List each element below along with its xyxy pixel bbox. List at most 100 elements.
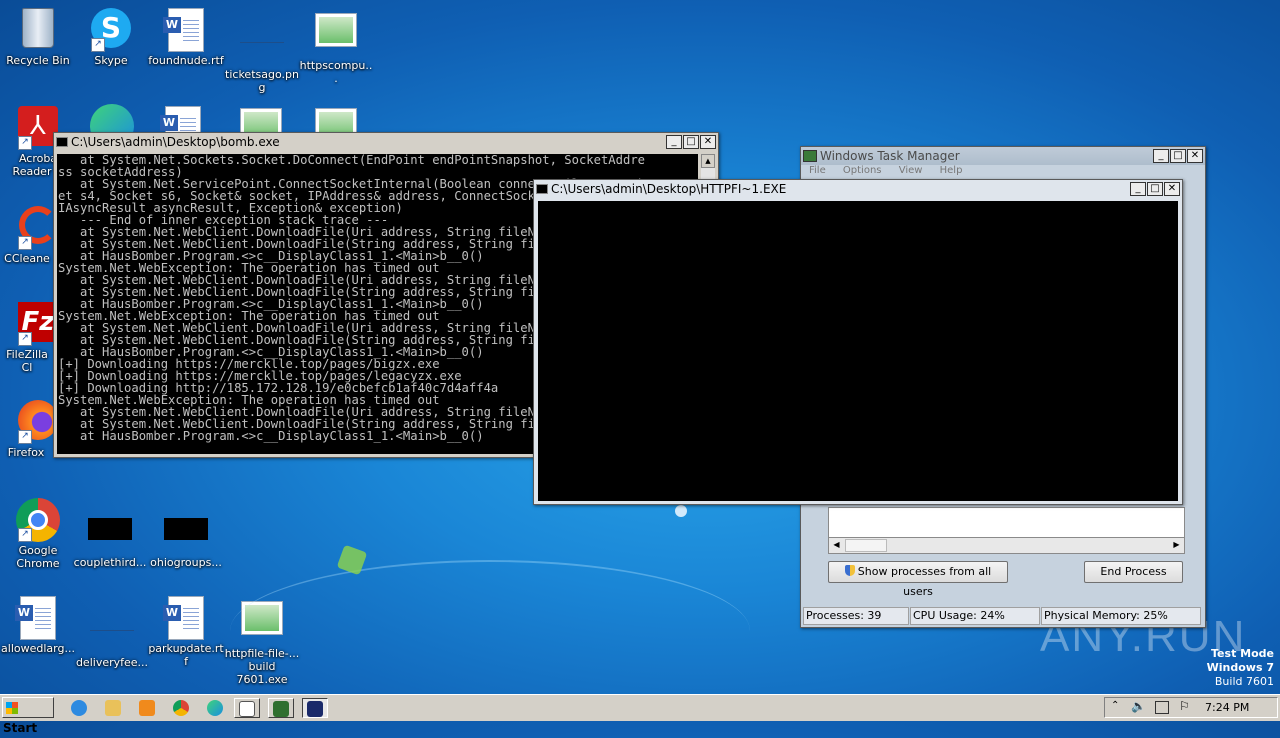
desktop-icon-label: foundnude.rtf: [148, 54, 224, 67]
taskbar-media-player[interactable]: [134, 698, 160, 718]
folder-icon: [105, 700, 121, 716]
desktop-icon-label: httpscompu...: [299, 59, 373, 85]
taskbar-chrome[interactable]: [168, 698, 194, 718]
system-tray: ⌃ 🔈 ⚐ 7:24 PM: [1104, 697, 1278, 718]
desktop-icon-label: Firefox: [7, 446, 45, 459]
taskbar-edge[interactable]: [202, 698, 228, 718]
maximize-button[interactable]: □: [1147, 182, 1163, 196]
taskbar-explorer[interactable]: [100, 698, 126, 718]
scroll-left-icon[interactable]: ◀: [829, 538, 844, 551]
desktop-icon-ohiogroups[interactable]: ohiogroups...: [148, 508, 224, 569]
shield-icon: [844, 565, 855, 576]
task-manager-icon: [803, 150, 817, 162]
minimize-button[interactable]: _: [1153, 149, 1169, 163]
network-icon[interactable]: [1155, 701, 1169, 714]
chrome-icon: ↗: [16, 498, 60, 542]
status-processes: Processes: 39: [803, 607, 909, 625]
volume-icon[interactable]: 🔈: [1131, 699, 1146, 713]
desktop-icon-label: parkupdate.rtf: [148, 642, 224, 668]
taskbar-task-manager[interactable]: [268, 698, 294, 718]
taskbar: Start ⌃ 🔈 ⚐ 7:24 PM: [0, 694, 1280, 735]
show-all-label: Show processes from all users: [857, 565, 992, 598]
clock[interactable]: 7:24 PM: [1205, 701, 1249, 714]
desktop-icon-label: FileZilla Cl: [6, 348, 48, 374]
window-icon: [239, 701, 255, 717]
status-bar: Processes: 39 CPU Usage: 24% Physical Me…: [803, 607, 1203, 625]
httpfi-console-titlebar[interactable]: C:\Users\admin\Desktop\HTTPFI~1.EXE _ □ …: [534, 180, 1182, 198]
close-button[interactable]: ✕: [1187, 149, 1203, 163]
desktop-icon-label: Google Chrome: [16, 544, 60, 570]
internet-explorer-icon: [71, 700, 87, 716]
action-center-flag-icon[interactable]: ⚐: [1179, 699, 1190, 713]
desktop-icon-label: ohiogroups...: [150, 556, 222, 569]
task-manager-titlebar[interactable]: Windows Task Manager _ □ ✕: [801, 147, 1205, 165]
media-player-icon: [139, 700, 155, 716]
desktop-icon-label: Recycle Bin: [6, 54, 70, 67]
recycle-bin-icon: [16, 8, 60, 52]
scroll-up-icon[interactable]: ▲: [701, 154, 715, 168]
wallpaper-streak: [230, 560, 750, 702]
maximize-button[interactable]: □: [683, 135, 699, 149]
blank-file-icon: [164, 518, 208, 554]
menu-help[interactable]: Help: [940, 165, 963, 176]
test-mode-text: Test Mode: [1211, 647, 1274, 660]
desktop-icon-recycle-bin[interactable]: Recycle Bin: [0, 8, 76, 67]
taskbar-console-active[interactable]: [302, 698, 328, 718]
console-icon: [536, 184, 548, 194]
windows-logo-icon: [6, 702, 18, 714]
menu-file[interactable]: File: [809, 165, 826, 176]
start-button[interactable]: Start: [2, 697, 54, 735]
menu-view[interactable]: View: [899, 165, 923, 176]
desktop-icon-label: ticketsago.png: [225, 68, 299, 94]
task-manager-icon: [273, 701, 289, 717]
windows-version-text: Windows 7: [1206, 661, 1274, 674]
desktop-icon-foundnude[interactable]: W foundnude.rtf: [148, 8, 224, 67]
desktop-icon-chrome[interactable]: ↗ Google Chrome: [0, 498, 76, 570]
menu-options[interactable]: Options: [843, 165, 882, 176]
desktop-icon-label: allowedlarg...: [1, 642, 75, 655]
word-document-icon: W: [15, 596, 60, 640]
minimize-button[interactable]: _: [1130, 182, 1146, 196]
httpfi-console-window[interactable]: C:\Users\admin\Desktop\HTTPFI~1.EXE _ □ …: [533, 179, 1183, 505]
tray-expand-icon[interactable]: ⌃: [1111, 700, 1119, 711]
taskbar-window-1[interactable]: [234, 698, 260, 718]
desktop-icon-couplethird[interactable]: couplethird...: [72, 508, 148, 569]
httpfi-console-output[interactable]: [538, 201, 1178, 501]
status-cpu: CPU Usage: 24%: [910, 607, 1040, 625]
skype-icon: S ↗: [89, 8, 133, 52]
start-label: Start: [3, 721, 38, 735]
task-manager-title: Windows Task Manager: [820, 149, 960, 163]
build-text: Build 7601: [1214, 675, 1274, 688]
desktop-icon-label: Skype: [94, 54, 128, 67]
desktop-icon-parkupdate[interactable]: W parkupdate.rtf: [148, 596, 224, 668]
desktop-icon-httpscompu[interactable]: httpscompu...: [298, 8, 374, 85]
minimize-button[interactable]: _: [666, 135, 682, 149]
horizontal-scrollbar[interactable]: ◀ ▶: [828, 537, 1185, 554]
scroll-thumb[interactable]: [845, 539, 887, 552]
desktop-icon-label: couplethird...: [73, 556, 147, 569]
close-button[interactable]: ✕: [700, 135, 716, 149]
scroll-right-icon[interactable]: ▶: [1169, 538, 1184, 551]
desktop-icon-ticketsago[interactable]: ticketsago.png: [224, 8, 300, 94]
desktop-icon-allowedlarg[interactable]: W allowedlarg...: [0, 596, 76, 655]
image-file-icon: [314, 13, 358, 57]
word-document-icon: W: [163, 596, 208, 640]
chrome-icon: [173, 700, 189, 716]
edge-icon: [207, 700, 223, 716]
desktop-icon-deliveryfee[interactable]: deliveryfee...: [74, 596, 150, 669]
end-process-button[interactable]: End Process: [1084, 561, 1183, 583]
console-icon: [307, 701, 323, 717]
process-list[interactable]: [828, 507, 1185, 541]
bomb-console-title: C:\Users\admin\Desktop\bomb.exe: [71, 135, 280, 149]
bomb-console-titlebar[interactable]: C:\Users\admin\Desktop\bomb.exe _ □ ✕: [54, 133, 718, 151]
wallpaper-logo: [675, 505, 687, 517]
blank-file-icon: [90, 610, 134, 654]
blank-file-icon: [240, 22, 284, 66]
os-build-notice: Test Mode Windows 7 Build 7601: [1207, 647, 1274, 689]
close-button[interactable]: ✕: [1164, 182, 1180, 196]
show-all-processes-button[interactable]: Show processes from all users: [828, 561, 1008, 598]
console-icon: [56, 137, 68, 147]
taskbar-ie[interactable]: [66, 698, 92, 718]
maximize-button[interactable]: □: [1170, 149, 1186, 163]
desktop-icon-skype[interactable]: S ↗ Skype: [73, 8, 149, 67]
